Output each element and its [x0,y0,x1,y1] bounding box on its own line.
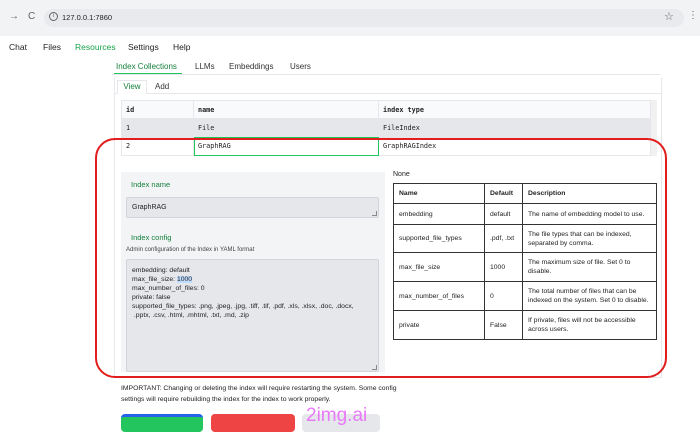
subtab-embeddings[interactable]: Embeddings [229,62,273,71]
bookmark-star-icon[interactable]: ☆ [664,10,674,23]
tab-view[interactable]: View [117,80,147,94]
menu-chat[interactable]: Chat [9,42,27,52]
subtab-llms[interactable]: LLMs [195,62,215,71]
delete-button[interactable] [211,414,295,432]
menu-help[interactable]: Help [173,42,190,52]
menu-files[interactable]: Files [43,42,61,52]
table-cell[interactable]: FileIndex [378,118,651,138]
view-tabs-divider [114,93,662,94]
menu-resources[interactable]: Resources [75,42,116,52]
menu-settings[interactable]: Settings [128,42,159,52]
column-header-id[interactable]: id [121,99,194,120]
tab-add[interactable]: Add [155,82,169,91]
watermark: 2img.ai [306,405,368,426]
address-bar[interactable] [44,9,684,27]
browser-menu-icon[interactable]: ⋮ [688,10,698,21]
column-header-index-type[interactable]: index type [378,99,651,120]
table-cell[interactable]: File [193,118,379,138]
table-row[interactable]: 1 File FileIndex [121,118,651,138]
table-cell[interactable]: 1 [121,118,194,138]
url-text[interactable]: 127.0.0.1:7860 [62,13,112,22]
site-info-icon[interactable]: i [49,12,58,21]
subtab-divider [112,74,660,75]
column-header-name[interactable]: name [193,99,379,120]
reload-icon[interactable]: C [28,11,35,22]
save-button[interactable] [121,414,203,432]
forward-arrow-icon[interactable]: → [9,11,19,22]
subtab-users[interactable]: Users [290,62,311,71]
subtab-index-collections[interactable]: Index Collections [116,62,177,71]
annotation-highlight [95,138,667,378]
restart-warning: IMPORTANT: Changing or deleting the inde… [121,385,397,403]
active-subtab-indicator [114,73,182,74]
